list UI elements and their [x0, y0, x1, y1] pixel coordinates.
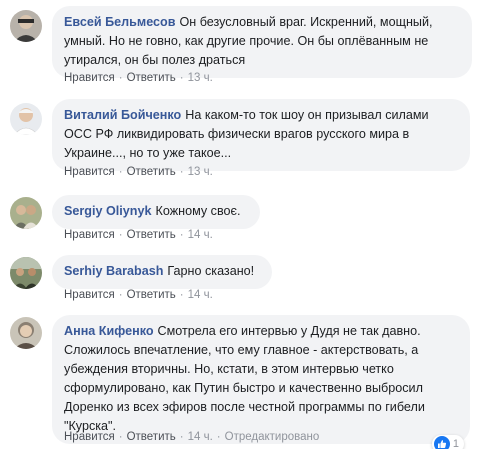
comment-bubble: Евсей Бельмесов Он безусловный враг. Искр…: [52, 6, 472, 78]
avatar[interactable]: [10, 317, 42, 349]
reaction-number: 1: [452, 437, 459, 449]
comment-author[interactable]: Анна Кифенко: [64, 324, 154, 338]
edited-label[interactable]: Отредактировано: [225, 431, 320, 443]
separator: ·: [118, 431, 123, 443]
separator: ·: [179, 289, 184, 301]
avatar[interactable]: [10, 103, 42, 135]
like-link[interactable]: Нравится: [64, 166, 115, 178]
comment-text: Гарно сказано!: [167, 264, 255, 278]
comment-text: Смотрела его интервью у Дудя не так давн…: [64, 324, 425, 433]
separator: ·: [118, 72, 123, 84]
avatar[interactable]: [10, 257, 42, 289]
comment-bubble: Sergiy Oliynyk Кожному своє.: [52, 195, 260, 229]
separator: ·: [179, 229, 184, 241]
separator: ·: [118, 289, 123, 301]
like-link[interactable]: Нравится: [64, 229, 115, 241]
comment-actions: Нравится · Ответить · 13 ч.: [64, 165, 213, 179]
comment-author[interactable]: Евсей Бельмесов: [64, 15, 175, 29]
reply-link[interactable]: Ответить: [127, 289, 176, 301]
separator: ·: [179, 431, 184, 443]
like-link[interactable]: Нравится: [64, 72, 115, 84]
reply-link[interactable]: Ответить: [127, 431, 176, 443]
like-link[interactable]: Нравится: [64, 431, 115, 443]
comment-author[interactable]: Виталий Бойченко: [64, 108, 181, 122]
timestamp[interactable]: 14 ч.: [188, 289, 213, 301]
comment-actions: Нравится · Ответить · 14 ч.: [64, 228, 213, 242]
separator: ·: [179, 72, 184, 84]
comment-bubble: Serhiy Barabash Гарно сказано!: [52, 255, 272, 289]
comment-text: Кожному своє.: [155, 204, 241, 218]
reply-link[interactable]: Ответить: [127, 166, 176, 178]
separator: ·: [118, 229, 123, 241]
avatar[interactable]: [10, 197, 42, 229]
reply-link[interactable]: Ответить: [127, 229, 176, 241]
thumbs-up-icon: [433, 436, 450, 449]
separator: ·: [216, 431, 221, 443]
like-link[interactable]: Нравится: [64, 289, 115, 301]
comment-author[interactable]: Serhiy Barabash: [64, 264, 163, 278]
comment-actions: Нравится · Ответить · 14 ч. · Отредактировано: [64, 430, 319, 444]
comment-bubble: Виталий Бойченко На каком-то ток шоу он п…: [52, 99, 470, 171]
timestamp[interactable]: 13 ч.: [188, 166, 213, 178]
reply-link[interactable]: Ответить: [127, 72, 176, 84]
timestamp[interactable]: 14 ч.: [188, 229, 213, 241]
comment-actions: Нравится · Ответить · 13 ч.: [64, 71, 213, 85]
separator: ·: [118, 166, 123, 178]
separator: ·: [179, 166, 184, 178]
comment-bubble: Анна Кифенко Смотрела его интервью у Дудя…: [52, 315, 470, 449]
timestamp[interactable]: 13 ч.: [188, 72, 213, 84]
comment-author[interactable]: Sergiy Oliynyk: [64, 204, 152, 218]
reaction-count[interactable]: 1: [431, 435, 464, 449]
comment-actions: Нравится · Ответить · 14 ч.: [64, 288, 213, 302]
avatar[interactable]: [10, 10, 42, 42]
timestamp[interactable]: 14 ч.: [188, 431, 213, 443]
